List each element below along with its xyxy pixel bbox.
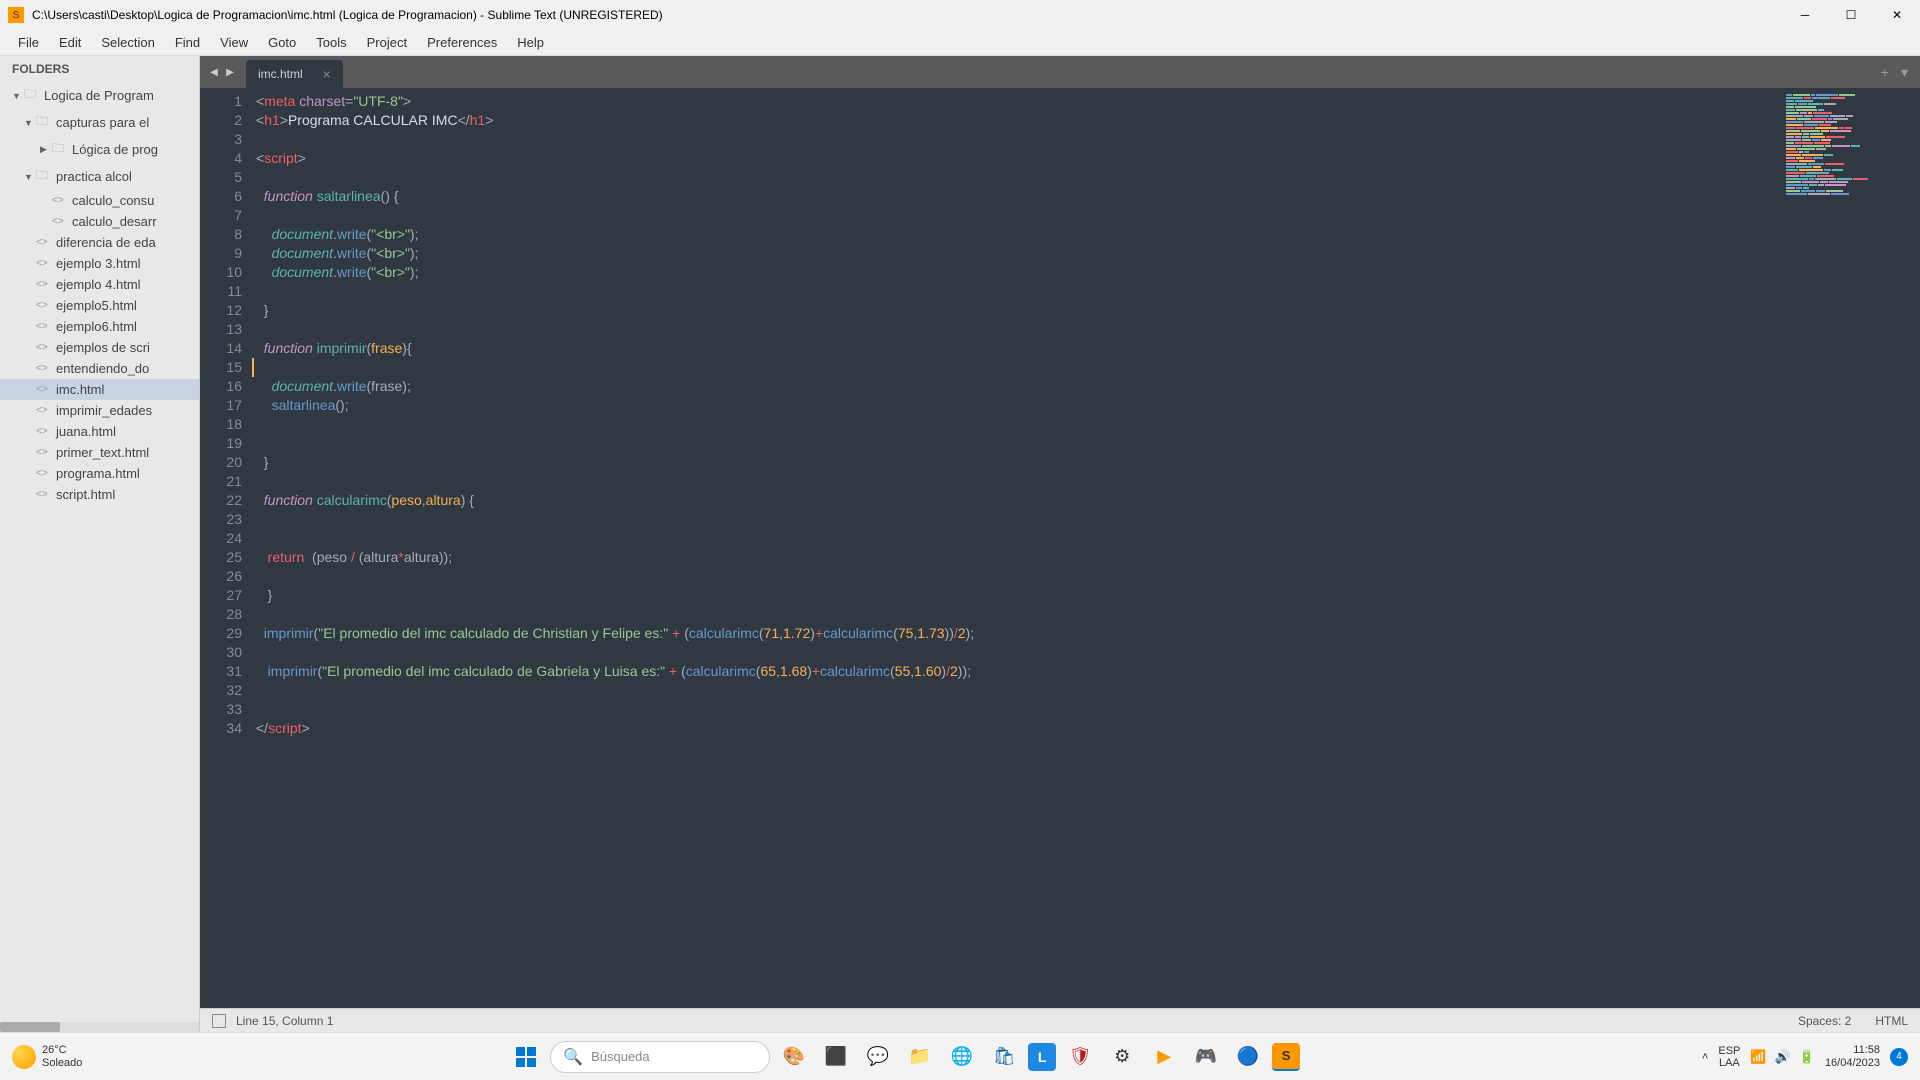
file-ejemplo-4-html[interactable]: <>ejemplo 4.html bbox=[0, 274, 199, 295]
sidebar-scrollbar[interactable] bbox=[0, 1022, 199, 1032]
indent-setting[interactable]: Spaces: 2 bbox=[1798, 1014, 1851, 1028]
app-icon: S bbox=[8, 7, 24, 23]
clock[interactable]: 11:58 16/04/2023 bbox=[1825, 1044, 1880, 1070]
code-area[interactable]: <meta charset="UTF-8"><h1>Programa CALCU… bbox=[252, 88, 1780, 1008]
sidebar-header: FOLDERS bbox=[0, 56, 199, 82]
menu-help[interactable]: Help bbox=[507, 31, 554, 54]
taskbar-app-chat[interactable]: 💬 bbox=[860, 1039, 896, 1075]
file-ejemplo5-html[interactable]: <>ejemplo5.html bbox=[0, 295, 199, 316]
folder-tree[interactable]: ▼🗀Logica de Program▼🗀capturas para el▶🗀L… bbox=[0, 82, 199, 1022]
weather-desc: Soleado bbox=[42, 1057, 82, 1070]
file-ejemplos-de-scri[interactable]: <>ejemplos de scri bbox=[0, 337, 199, 358]
file-calculo-desarr[interactable]: <>calculo_desarr bbox=[0, 211, 199, 232]
taskbar-app-blue-l[interactable]: L bbox=[1028, 1043, 1056, 1071]
menu-project[interactable]: Project bbox=[357, 31, 417, 54]
menu-preferences[interactable]: Preferences bbox=[417, 31, 507, 54]
file-imc-html[interactable]: <>imc.html bbox=[0, 379, 199, 400]
taskbar-app-mcafee[interactable]: 🛡 bbox=[1062, 1039, 1098, 1075]
close-button[interactable]: ✕ bbox=[1874, 0, 1920, 30]
tabs-dropdown-icon[interactable]: ▾ bbox=[1895, 64, 1914, 81]
file-imprimir-edades[interactable]: <>imprimir_edades bbox=[0, 400, 199, 421]
panel-toggle-icon[interactable] bbox=[212, 1014, 226, 1028]
taskbar-app-store[interactable]: 🛍 bbox=[986, 1039, 1022, 1075]
window-title: C:\Users\casti\Desktop\Logica de Program… bbox=[32, 8, 1782, 22]
wifi-icon[interactable]: 📶 bbox=[1750, 1049, 1766, 1065]
folder-practica-alcol[interactable]: ▼🗀practica alcol bbox=[0, 163, 199, 190]
search-box[interactable]: 🔍 Búsqueda bbox=[550, 1041, 770, 1073]
sidebar: FOLDERS ▼🗀Logica de Program▼🗀capturas pa… bbox=[0, 56, 200, 1032]
windows-icon bbox=[516, 1047, 536, 1067]
line-gutter: 1234567891011121314151617181920212223242… bbox=[200, 88, 252, 1008]
volume-icon[interactable]: 🔊 bbox=[1775, 1049, 1791, 1065]
menu-file[interactable]: File bbox=[8, 31, 49, 54]
file-calculo-consu[interactable]: <>calculo_consu bbox=[0, 190, 199, 211]
taskbar-app-taskview[interactable]: ⬛ bbox=[818, 1039, 854, 1075]
taskbar-app-chrome[interactable]: 🔵 bbox=[1230, 1039, 1266, 1075]
battery-icon[interactable]: 🔋 bbox=[1799, 1049, 1815, 1065]
taskbar-app-sublime[interactable]: S bbox=[1272, 1043, 1300, 1071]
folder-capturas-para-el[interactable]: ▼🗀capturas para el bbox=[0, 109, 199, 136]
tray-chevron-icon[interactable]: ˄ bbox=[1702, 1051, 1708, 1063]
menu-edit[interactable]: Edit bbox=[49, 31, 91, 54]
file-diferencia-de-eda[interactable]: <>diferencia de eda bbox=[0, 232, 199, 253]
titlebar: S C:\Users\casti\Desktop\Logica de Progr… bbox=[0, 0, 1920, 30]
language-indicator[interactable]: ESP LAA bbox=[1718, 1045, 1740, 1069]
weather-widget[interactable]: 26°C Soleado bbox=[12, 1044, 82, 1070]
folder-logica-de-program[interactable]: ▼🗀Logica de Program bbox=[0, 82, 199, 109]
nav-forward-icon[interactable]: ▶ bbox=[222, 67, 238, 78]
statusbar: Line 15, Column 1 Spaces: 2 HTML bbox=[200, 1008, 1920, 1032]
taskbar: 26°C Soleado 🔍 Búsqueda 🎨 ⬛ 💬 📁 🌐 🛍 L 🛡 … bbox=[0, 1032, 1920, 1080]
tab-label: imc.html bbox=[258, 67, 303, 81]
file-primer-text-html[interactable]: <>primer_text.html bbox=[0, 442, 199, 463]
menu-selection[interactable]: Selection bbox=[91, 31, 164, 54]
taskbar-app-colorful[interactable]: 🎨 bbox=[776, 1039, 812, 1075]
taskbar-app-edge[interactable]: 🌐 bbox=[944, 1039, 980, 1075]
menu-find[interactable]: Find bbox=[165, 31, 210, 54]
minimap[interactable] bbox=[1780, 88, 1920, 1008]
folder-l-gica-de-prog[interactable]: ▶🗀Lógica de prog bbox=[0, 136, 199, 163]
tab-close-icon[interactable]: × bbox=[323, 66, 331, 82]
new-tab-button[interactable]: + bbox=[1875, 64, 1895, 81]
taskbar-app-cf[interactable]: 🎮 bbox=[1188, 1039, 1224, 1075]
menu-view[interactable]: View bbox=[210, 31, 258, 54]
editor[interactable]: 1234567891011121314151617181920212223242… bbox=[200, 88, 1920, 1008]
sun-icon bbox=[12, 1045, 36, 1069]
file-script-html[interactable]: <>script.html bbox=[0, 484, 199, 505]
nav-back-icon[interactable]: ◀ bbox=[206, 67, 222, 78]
taskbar-app-explorer[interactable]: 📁 bbox=[902, 1039, 938, 1075]
start-button[interactable] bbox=[508, 1039, 544, 1075]
taskbar-app-player[interactable]: ▶ bbox=[1146, 1039, 1182, 1075]
menubar: FileEditSelectionFindViewGotoToolsProjec… bbox=[0, 30, 1920, 56]
tab-imc[interactable]: imc.html × bbox=[246, 60, 343, 88]
taskbar-app-dark[interactable]: ⚙ bbox=[1104, 1039, 1140, 1075]
tabs-bar: ◀ ▶ imc.html × + ▾ bbox=[200, 56, 1920, 88]
file-entendiendo-do[interactable]: <>entendiendo_do bbox=[0, 358, 199, 379]
minimize-button[interactable]: ─ bbox=[1782, 0, 1828, 30]
file-juana-html[interactable]: <>juana.html bbox=[0, 421, 199, 442]
file-programa-html[interactable]: <>programa.html bbox=[0, 463, 199, 484]
file-ejemplo6-html[interactable]: <>ejemplo6.html bbox=[0, 316, 199, 337]
syntax-setting[interactable]: HTML bbox=[1875, 1014, 1908, 1028]
search-placeholder: Búsqueda bbox=[591, 1049, 650, 1064]
weather-temp: 26°C bbox=[42, 1044, 82, 1057]
notification-badge[interactable]: 4 bbox=[1890, 1048, 1908, 1066]
menu-goto[interactable]: Goto bbox=[258, 31, 306, 54]
cursor-position: Line 15, Column 1 bbox=[236, 1014, 333, 1028]
maximize-button[interactable]: ☐ bbox=[1828, 0, 1874, 30]
search-icon: 🔍 bbox=[563, 1047, 583, 1067]
menu-tools[interactable]: Tools bbox=[306, 31, 356, 54]
file-ejemplo-3-html[interactable]: <>ejemplo 3.html bbox=[0, 253, 199, 274]
